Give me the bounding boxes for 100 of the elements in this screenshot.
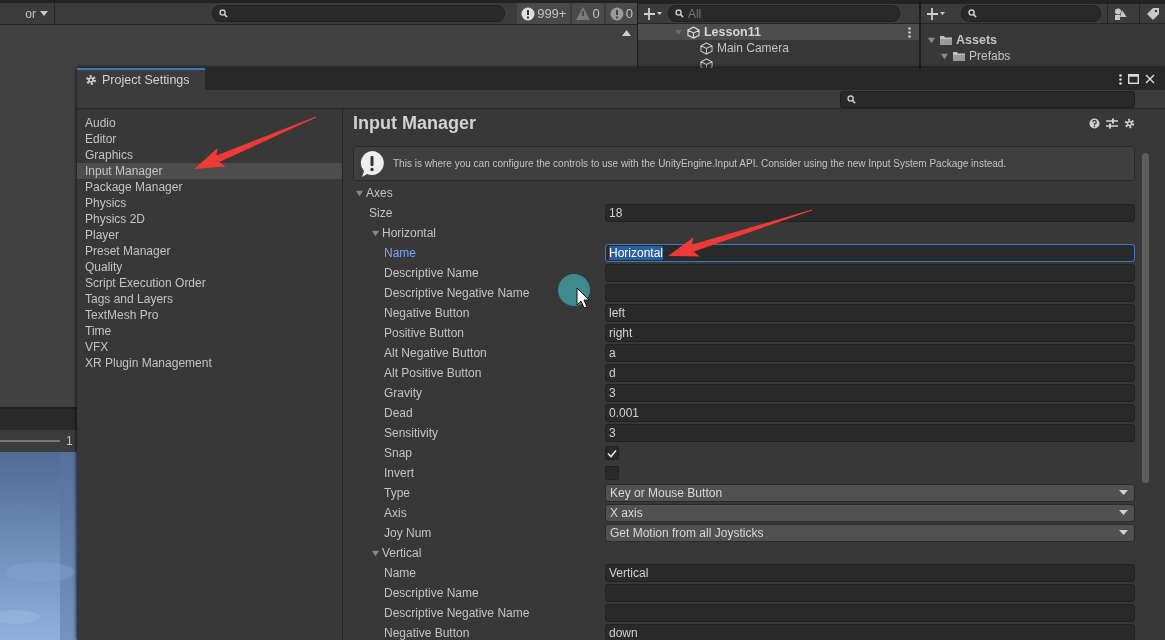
text-field[interactable]: right — [605, 324, 1135, 342]
property-label: Descriptive Name — [384, 266, 479, 280]
property-label: Alt Negative Button — [384, 346, 487, 360]
settings-category[interactable]: Time — [77, 323, 342, 339]
settings-category[interactable]: TextMesh Pro — [77, 307, 342, 323]
property-label: Name — [384, 566, 416, 580]
folder-icon — [939, 34, 953, 46]
text-field[interactable]: 18 — [605, 204, 1135, 222]
console-count-button[interactable]: 0 — [572, 3, 604, 24]
search-icon — [219, 9, 228, 18]
info-text: This is where you can configure the controls to use with the UnityEngine.Input API. Consider using the new Input System Package instead. — [393, 158, 1007, 169]
settings-category[interactable]: Player — [77, 227, 342, 243]
foldout-arrow-icon[interactable] — [927, 35, 936, 45]
search-icon — [847, 94, 856, 104]
folder-name[interactable]: Prefabs — [969, 49, 1011, 63]
text-field[interactable]: a — [605, 344, 1135, 362]
property-label: Type — [384, 486, 410, 500]
checkbox[interactable] — [605, 446, 619, 460]
property-label: Descriptive Negative Name — [384, 606, 530, 620]
foldout-arrow-icon[interactable] — [355, 188, 364, 198]
text-field[interactable]: down — [605, 624, 1135, 640]
game-object-name[interactable]: Main Camera — [716, 41, 789, 55]
property-label: Invert — [384, 466, 414, 480]
settings-icon[interactable] — [1124, 117, 1135, 129]
settings-category[interactable]: Graphics — [77, 147, 342, 163]
settings-category[interactable]: Audio — [77, 115, 342, 131]
property-label: Negative Button — [384, 626, 470, 640]
window-tab[interactable]: Project Settings — [77, 68, 205, 90]
settings-category[interactable]: Quality — [77, 259, 342, 275]
settings-category[interactable]: Package Manager — [77, 179, 342, 195]
console-count-button[interactable]: 999+ — [517, 3, 571, 24]
text-field[interactable]: 3 — [605, 384, 1135, 402]
dropdown[interactable]: Key or Mouse Button — [605, 484, 1135, 502]
foldout-label[interactable]: Horizontal — [382, 226, 437, 240]
property-label: Snap — [384, 446, 413, 460]
error-icon — [609, 6, 624, 21]
dropdown[interactable]: Get Motion from all Joysticks — [605, 524, 1135, 542]
cube-icon — [699, 57, 713, 71]
property-label: Sensitivity — [384, 426, 439, 440]
scale-label: 1 — [66, 434, 73, 448]
property-label: Name — [384, 246, 416, 260]
settings-category[interactable]: Preset Manager — [77, 243, 342, 259]
warning-icon — [576, 7, 591, 20]
text-field[interactable]: left — [605, 304, 1135, 322]
add-icon[interactable] — [927, 7, 945, 20]
foldout-arrow-icon[interactable] — [371, 228, 380, 238]
mode-dropdown[interactable]: or — [0, 3, 55, 24]
caret-icon — [40, 11, 48, 16]
property-label: Positive Button — [384, 326, 465, 340]
text-field[interactable]: d — [605, 364, 1135, 382]
property-label: Descriptive Name — [384, 586, 479, 600]
settings-category[interactable]: Physics 2D — [77, 211, 342, 227]
settings-category[interactable]: Physics — [77, 195, 342, 211]
dropdown[interactable]: X axis — [605, 504, 1135, 522]
property-label: Gravity — [384, 386, 422, 400]
settings-category[interactable]: Script Execution Order — [77, 275, 342, 291]
property-label: Size — [368, 206, 394, 220]
folder-name[interactable]: Assets — [956, 33, 997, 47]
settings-icon — [85, 74, 97, 86]
scene-name[interactable]: Lesson11 — [703, 25, 761, 39]
caret-icon — [1119, 510, 1128, 516]
property-label: Negative Button — [384, 306, 470, 320]
text-field[interactable]: Vertical — [605, 564, 1135, 582]
page-title: Input Manager — [353, 112, 476, 134]
foldout-arrow-icon[interactable] — [940, 51, 949, 61]
property-label: Joy Num — [384, 526, 432, 540]
settings-category[interactable]: Editor — [77, 131, 342, 147]
foldout-label[interactable]: Vertical — [382, 546, 422, 560]
folder-icon — [952, 50, 966, 62]
settings-category[interactable]: XR Plugin Management — [77, 355, 342, 371]
unity-logo-icon — [686, 25, 700, 39]
more-icon[interactable] — [1119, 73, 1122, 85]
search-field[interactable] — [840, 90, 1135, 108]
settings-category[interactable]: Tags and Layers — [77, 291, 342, 307]
caret-icon — [1119, 530, 1128, 536]
more-icon[interactable] — [908, 26, 911, 38]
console-count-button[interactable]: 0 — [605, 3, 637, 24]
text-field[interactable]: 0.001 — [605, 404, 1135, 422]
search-field[interactable] — [961, 5, 1101, 22]
preset-icon[interactable] — [1106, 117, 1118, 129]
speech-bubble-icon — [359, 149, 385, 178]
property-label: Dead — [384, 406, 413, 420]
foldout-arrow-icon[interactable] — [371, 548, 380, 558]
settings-category[interactable]: Input Manager — [77, 163, 342, 179]
cube-icon — [699, 41, 713, 55]
scroll-up-icon[interactable] — [621, 30, 631, 36]
property-label: Descriptive Negative Name — [384, 286, 530, 300]
info-icon — [521, 6, 536, 21]
property-label: Alt Positive Button — [384, 366, 482, 380]
search-field[interactable] — [212, 5, 505, 22]
maximize-icon[interactable] — [1128, 74, 1139, 84]
text-field[interactable]: Horizontal — [605, 244, 1135, 262]
close-icon[interactable] — [1145, 74, 1155, 84]
property-label: Axis — [384, 506, 407, 520]
add-icon[interactable] — [643, 7, 662, 20]
text-field[interactable]: 3 — [605, 424, 1135, 442]
help-icon[interactable] — [1089, 117, 1100, 129]
caret-icon — [1119, 490, 1128, 496]
settings-category[interactable]: VFX — [77, 339, 342, 355]
foldout-label[interactable]: Axes — [366, 186, 393, 200]
